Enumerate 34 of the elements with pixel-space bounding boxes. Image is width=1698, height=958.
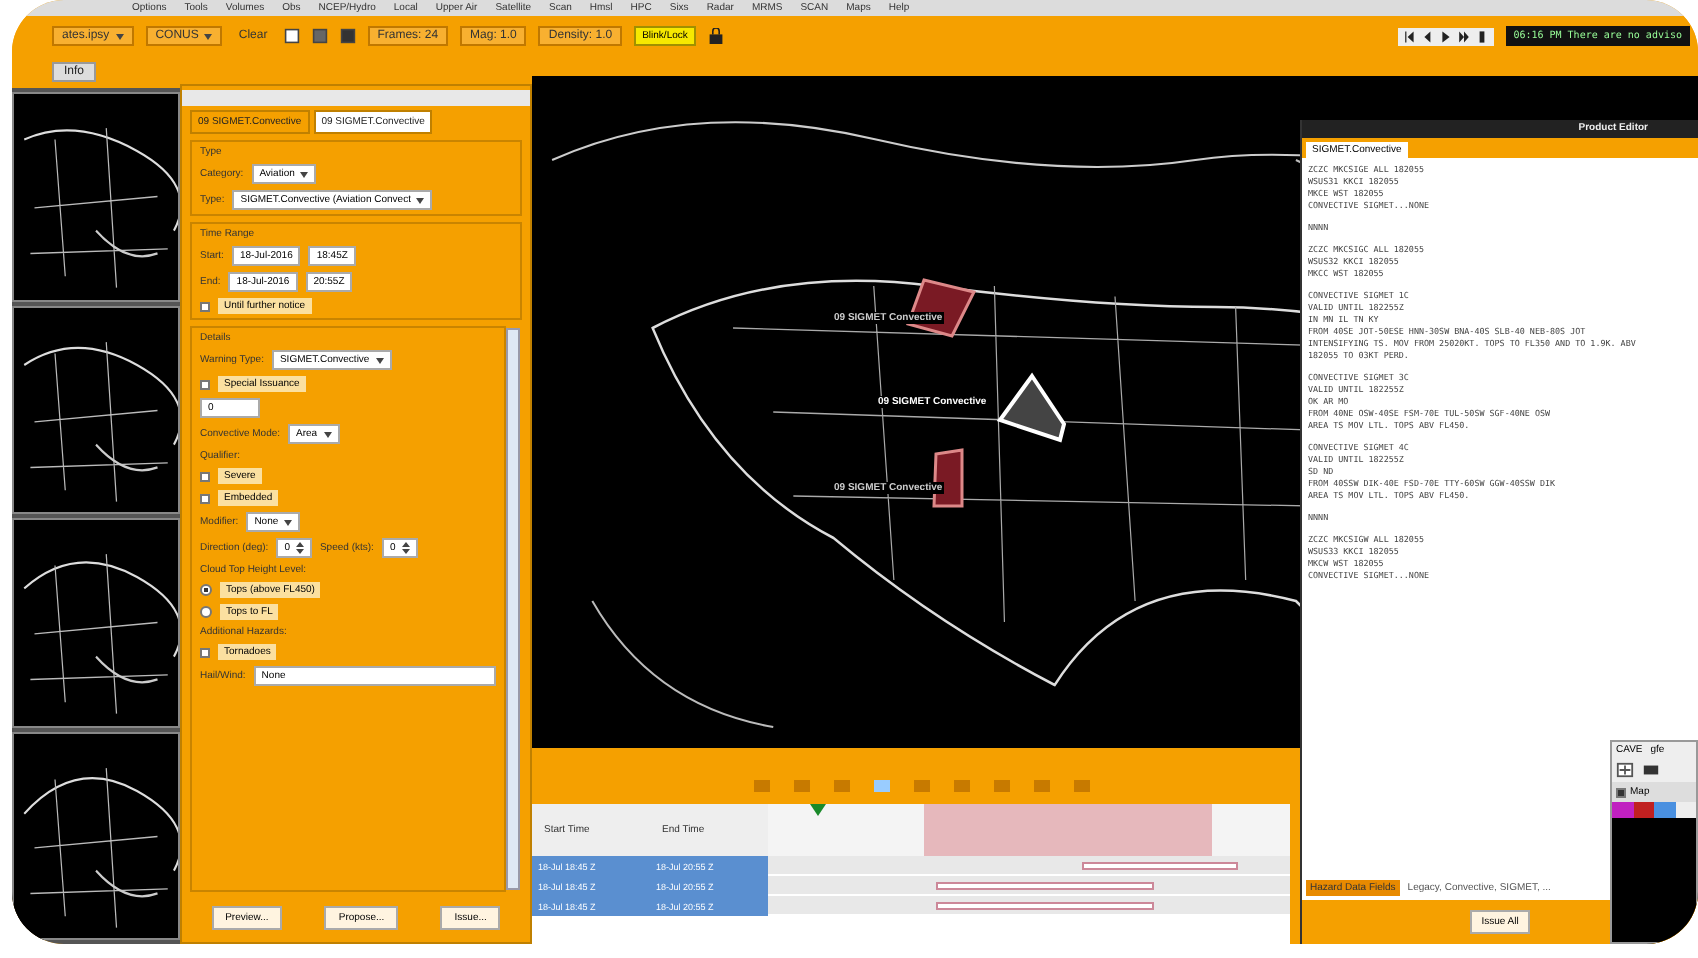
time-bar[interactable] <box>1081 862 1238 870</box>
frame-control-icon[interactable] <box>1475 29 1488 43</box>
rectangle-icon[interactable] <box>1642 762 1660 778</box>
checkbox[interactable] <box>200 647 210 657</box>
color-swatch[interactable] <box>1654 802 1675 818</box>
time-bar[interactable] <box>935 902 1155 910</box>
frame-control-icon[interactable] <box>1403 29 1416 43</box>
spinner-arrows-icon <box>295 542 304 554</box>
color-swatch[interactable] <box>1633 802 1654 818</box>
radio-button[interactable] <box>200 584 212 596</box>
caret-icon <box>115 33 124 39</box>
caret-icon <box>300 171 309 177</box>
text-area[interactable] <box>1302 158 1698 876</box>
caret-icon <box>416 197 425 203</box>
time-bar[interactable] <box>935 882 1155 890</box>
caret-icon <box>204 33 213 39</box>
caret-icon <box>375 357 384 363</box>
spinner-arrows-icon <box>401 542 410 554</box>
checkbox[interactable] <box>200 493 210 503</box>
radio-button[interactable] <box>200 606 212 618</box>
color-swatch[interactable] <box>1675 802 1696 818</box>
checkbox[interactable] <box>200 379 210 389</box>
checkbox[interactable] <box>200 301 210 311</box>
color-swatch[interactable] <box>1612 802 1633 818</box>
checkbox[interactable] <box>1616 787 1626 797</box>
hazard-polygon <box>996 372 1068 444</box>
caret-icon <box>323 431 332 437</box>
scrollbar[interactable] <box>506 328 520 890</box>
frame-control-icon[interactable] <box>1457 29 1470 43</box>
current-time-marker[interactable] <box>809 804 826 816</box>
crosshair-icon[interactable] <box>1616 762 1634 778</box>
caret-icon <box>284 519 293 525</box>
checkbox[interactable] <box>200 471 210 481</box>
lock-icon <box>707 28 724 44</box>
